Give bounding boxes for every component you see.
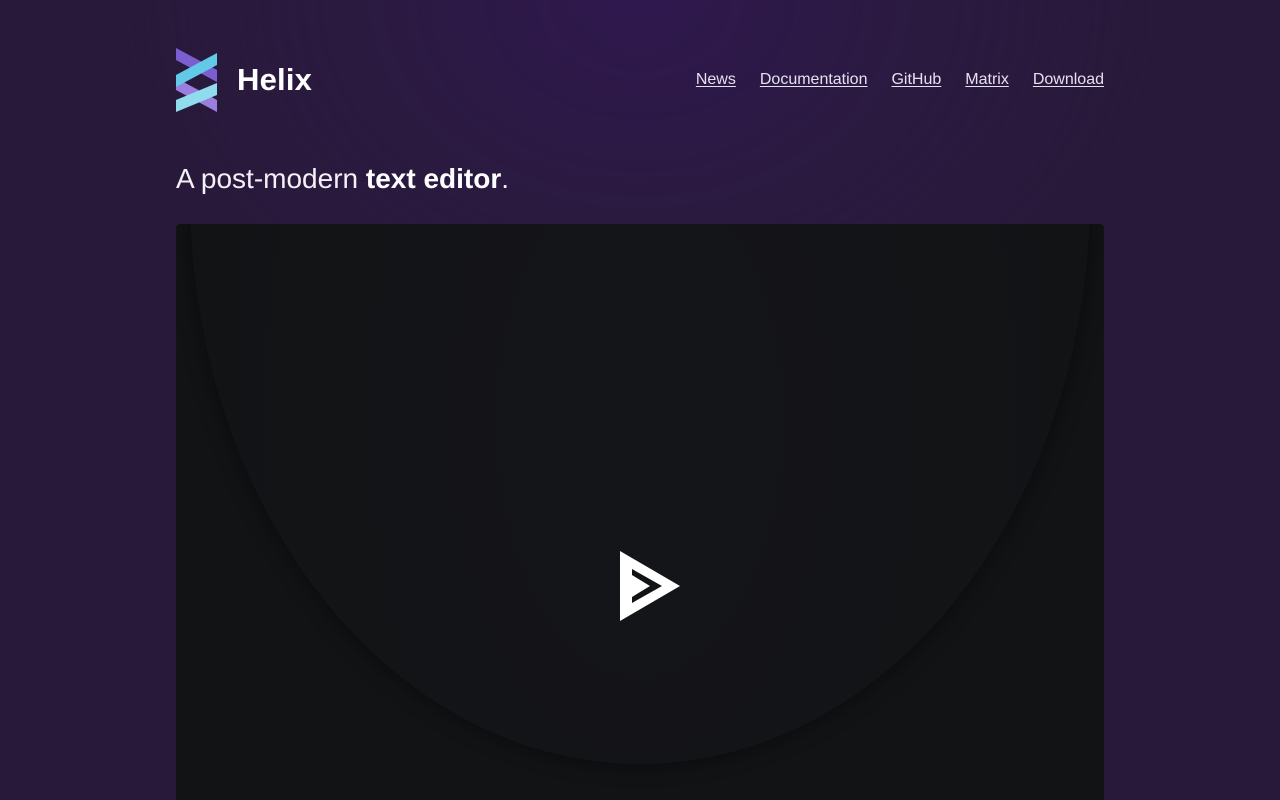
nav-link-documentation[interactable]: Documentation — [760, 71, 868, 89]
nav-link-news[interactable]: News — [696, 71, 736, 89]
main-nav: News Documentation GitHub Matrix Downloa… — [672, 48, 1104, 112]
hero-tagline: A post-modern text editor. — [176, 162, 509, 196]
site-header: Helix News Documentation GitHub Matrix D… — [176, 48, 1104, 112]
page-container: Helix News Documentation GitHub Matrix D… — [176, 0, 1104, 800]
nav-link-matrix[interactable]: Matrix — [965, 71, 1009, 89]
nav-link-github[interactable]: GitHub — [891, 71, 941, 89]
tagline-suffix: . — [501, 163, 510, 194]
helix-logo-icon — [176, 48, 217, 112]
brand-home-link[interactable]: Helix — [176, 48, 312, 112]
asciinema-player[interactable] — [176, 224, 1104, 800]
player-backdrop — [190, 224, 1090, 764]
brand-name: Helix — [237, 62, 313, 97]
tagline-prefix: A post-modern — [176, 163, 366, 194]
asciinema-play-icon[interactable] — [620, 551, 680, 621]
tagline-bold: text editor — [365, 163, 502, 194]
nav-link-download[interactable]: Download — [1033, 71, 1104, 89]
